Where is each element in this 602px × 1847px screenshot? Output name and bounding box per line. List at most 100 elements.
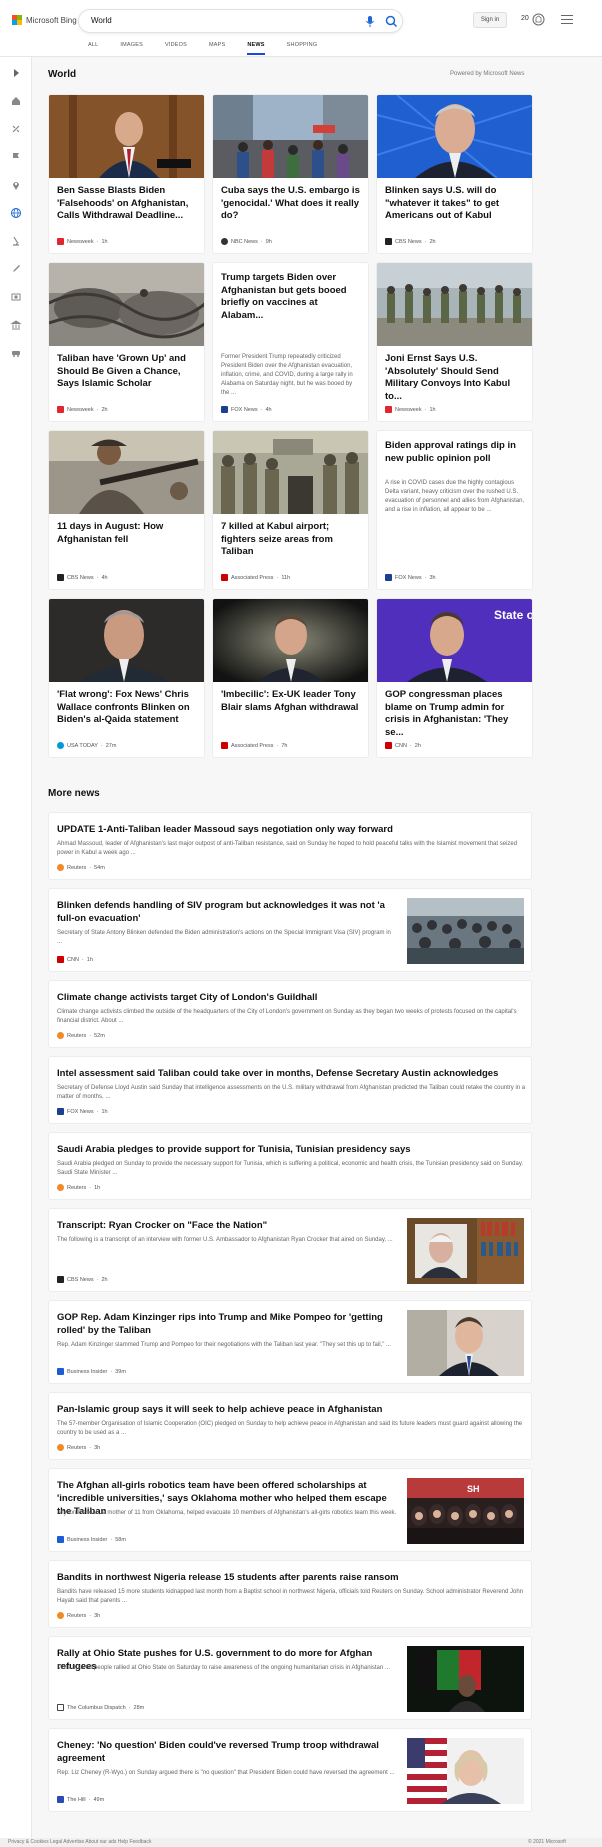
card-headline[interactable]: Blinken says U.S. will do "whatever it t… [385,185,526,223]
search-input[interactable]: World [91,16,112,25]
film-icon[interactable] [10,290,22,302]
microscope-icon[interactable] [10,234,22,246]
card-headline[interactable]: Cuba says the U.S. embargo is 'genocidal… [221,185,362,223]
more-news-item[interactable]: Transcript: Ryan Crocker on "Face the Na… [48,1208,532,1292]
card-headline[interactable]: Trump targets Biden over Afghanistan but… [221,272,362,322]
microphone-icon[interactable] [365,15,375,28]
card-headline[interactable]: 11 days in August: How Afghanistan fell [57,521,198,546]
item-headline[interactable]: UPDATE 1-Anti-Taliban leader Massoud say… [57,823,527,836]
news-card[interactable]: 'Imbecilic': Ex-UK leader Tony Blair sla… [212,598,369,758]
card-headline[interactable]: GOP congressman places blame on Trump ad… [385,689,526,739]
news-card[interactable]: 7 killed at Kabul airport; fighters seiz… [212,430,369,590]
reuters-logo-icon [57,1612,64,1619]
tab-maps[interactable]: MAPS [209,42,225,56]
card-headline[interactable]: 'Imbecilic': Ex-UK leader Tony Blair sla… [221,689,362,714]
news-card[interactable]: Cuba says the U.S. embargo is 'genocidal… [212,94,369,254]
item-source: Reuters · 54m [57,864,105,871]
tab-shopping[interactable]: SHOPPING [287,42,318,56]
brand-name: Microsoft Bing [26,15,77,25]
card-headline[interactable]: Joni Ernst Says U.S. 'Absolutely' Should… [385,353,526,403]
item-headline[interactable]: Cheney: 'No question' Biden could've rev… [57,1739,397,1765]
item-snippet: Allyson Reneau, a mother of 11 from Okla… [57,1510,397,1516]
tab-news[interactable]: NEWS [247,42,265,56]
news-card[interactable]: 11 days in August: How Afghanistan fell … [48,430,205,590]
category-rail [0,57,32,1847]
newsweek-logo-icon [57,406,64,413]
rocket-icon[interactable] [10,262,22,274]
card-headline[interactable]: Taliban have 'Grown Up' and Should Be Gi… [57,353,198,391]
item-headline[interactable]: Transcript: Ryan Crocker on "Face the Na… [57,1219,397,1232]
item-headline[interactable]: Blinken defends handling of SIV program … [57,899,397,925]
ap-logo-icon [221,574,228,581]
card-headline[interactable]: 'Flat wrong': Fox News' Chris Wallace co… [57,689,198,727]
item-headline[interactable]: Saudi Arabia pledges to provide support … [57,1143,527,1156]
news-card[interactable]: 'Flat wrong': Fox News' Chris Wallace co… [48,598,205,758]
card-source: Newsweek · 2h [57,406,108,413]
search-box[interactable]: World [78,9,403,33]
search-button[interactable] [382,12,401,31]
news-card[interactable]: State of the Union GOP congressman place… [376,598,533,758]
search-tabs: ALL IMAGES VIDEOS MAPS NEWS SHOPPING [88,42,339,56]
news-card[interactable]: Ben Sasse Blasts Biden 'Falsehoods' on A… [48,94,205,254]
item-headline[interactable]: GOP Rep. Adam Kinzinger rips into Trump … [57,1311,397,1337]
card-headline[interactable]: Biden approval ratings dip in new public… [385,440,526,465]
more-news-item[interactable]: Pan-Islamic group says it will seek to h… [48,1392,532,1460]
microsoft-logo-icon [12,15,22,25]
card-headline[interactable]: Ben Sasse Blasts Biden 'Falsehoods' on A… [57,185,198,223]
more-news-item[interactable]: Cheney: 'No question' Biden could've rev… [48,1728,532,1812]
hamburger-menu-icon[interactable] [561,15,573,25]
more-news-item[interactable]: Rally at Ohio State pushes for U.S. gove… [48,1636,532,1720]
news-card[interactable]: Joni Ernst Says U.S. 'Absolutely' Should… [376,262,533,422]
item-snippet: Climate change activists climbed the out… [57,1009,517,1024]
image-text: SH [467,1484,480,1494]
news-card[interactable]: Biden approval ratings dip in new public… [376,430,533,590]
card-source: USA TODAY · 27m [57,742,116,749]
location-pin-icon[interactable] [10,178,22,190]
sign-in-button[interactable]: Sign in [473,12,507,28]
more-news-item[interactable]: Bandits in northwest Nigeria release 15 … [48,1560,532,1628]
more-news-item[interactable]: Blinken defends handling of SIV program … [48,888,532,972]
sparkle-icon[interactable] [10,122,22,134]
more-news-item[interactable]: GOP Rep. Adam Kinzinger rips into Trump … [48,1300,532,1384]
bank-icon[interactable] [10,318,22,330]
news-image: SH [407,1478,524,1544]
more-news-item[interactable]: UPDATE 1-Anti-Taliban leader Massoud say… [48,812,532,880]
news-image [407,1646,524,1712]
news-image [407,1738,524,1804]
news-card[interactable]: Trump targets Biden over Afghanistan but… [212,262,369,422]
home-icon[interactable] [10,94,22,106]
more-news-item[interactable]: Climate change activists target City of … [48,980,532,1048]
more-news-item[interactable]: Intel assessment said Taliban could take… [48,1056,532,1124]
tab-all[interactable]: ALL [88,42,98,56]
expand-arrow-icon[interactable] [10,66,22,78]
globe-icon[interactable] [10,206,22,218]
news-card[interactable]: Blinken says U.S. will do "whatever it t… [376,94,533,254]
reuters-logo-icon [57,1032,64,1039]
item-headline[interactable]: Pan-Islamic group says it will seek to h… [57,1403,527,1416]
card-source: Associated Press · 7h [221,742,287,749]
card-headline[interactable]: 7 killed at Kabul airport; fighters seiz… [221,521,362,559]
item-headline[interactable]: Bandits in northwest Nigeria release 15 … [57,1571,527,1584]
footer-links[interactable]: Privacy & Cookies Legal Advertise About … [8,1839,151,1845]
bing-logo[interactable]: Microsoft Bing [12,15,77,25]
item-source: Reuters · 3h [57,1612,100,1619]
tab-images[interactable]: IMAGES [120,42,143,56]
more-news-item[interactable]: Saudi Arabia pledges to provide support … [48,1132,532,1200]
rewards-medal-icon[interactable] [532,13,545,26]
news-image [49,95,204,178]
news-image [49,431,204,514]
reuters-logo-icon [57,1444,64,1451]
item-headline[interactable]: Climate change activists target City of … [57,991,527,1004]
news-card[interactable]: Taliban have 'Grown Up' and Should Be Gi… [48,262,205,422]
news-image [407,1310,524,1376]
tab-videos[interactable]: VIDEOS [165,42,187,56]
rewards-points[interactable]: 20 [521,15,529,22]
nbc-peacock-icon [221,238,228,245]
item-headline[interactable]: Intel assessment said Taliban could take… [57,1067,527,1080]
car-icon[interactable] [10,346,22,358]
fox-news-logo-icon [221,406,228,413]
item-snippet: The following is a transcript of an inte… [57,1237,393,1243]
flag-icon[interactable] [10,150,22,162]
more-news-item[interactable]: The Afghan all-girls robotics team have … [48,1468,532,1552]
item-source: Reuters · 52m [57,1032,105,1039]
